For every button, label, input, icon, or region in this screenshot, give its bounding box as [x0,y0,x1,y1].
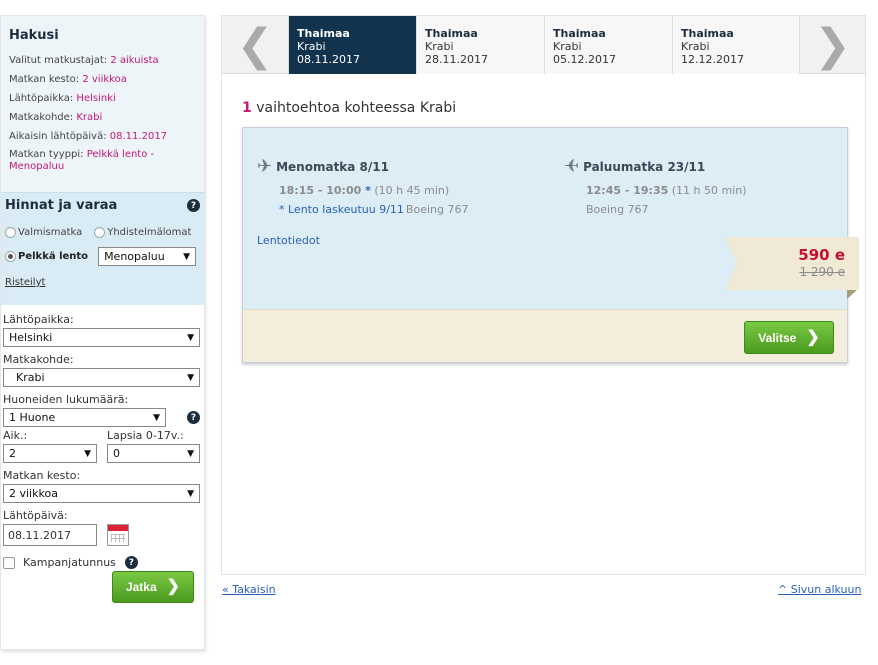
outbound-aircraft: Boeing 767 [405,203,469,216]
duration-label: Matkan kesto: [3,469,81,482]
help-icon[interactable]: ? [187,411,200,424]
duration-select[interactable]: 2 viikkoa ▼ [3,484,200,503]
price-tag: 590 e 1 290 e [725,237,859,290]
price-booking-panel: Hinnat ja varaa ? Valmismatka Yhdistelmä… [1,192,204,305]
inbound-title: Paluumatka 23/11 [583,160,706,174]
radio-pelkka-lento[interactable]: Pelkkä lento [5,251,88,262]
flight-details-link[interactable]: Lentotiedot [257,234,320,247]
results-panel: ❮ Thaimaa Krabi 08.11.2017 Thaimaa Krabi… [221,15,866,575]
carousel-next-icon[interactable]: ❯ [799,16,865,74]
back-to-top-link[interactable]: ^ Sivun alkuun [778,583,861,596]
outbound-title: Menomatka 8/11 [276,160,389,174]
price-panel-title: Hinnat ja varaa [5,198,118,213]
destination-select[interactable]: Krabi ▼ [3,368,200,387]
outbound-landing-note: * Lento laskeutuu 9/11 [279,203,404,216]
chevron-down-icon: ▼ [153,412,160,423]
campaign-code-checkbox[interactable] [3,556,15,569]
date-carousel: ❮ Thaimaa Krabi 08.11.2017 Thaimaa Krabi… [222,16,865,74]
chevron-down-icon: ▼ [187,372,194,383]
chevron-down-icon: ▼ [187,332,194,343]
carousel-prev-icon[interactable]: ❮ [222,16,288,74]
chevron-right-icon: ❯ [166,578,181,595]
radio-circle-icon[interactable] [5,227,16,238]
inbound-leg: ✈ Paluumatka 23/11 12:45 - 19:35 (11 h 5… [564,156,747,216]
outbound-leg: ✈ Menomatka 8/11 18:15 - 10:00 * (10 h 4… [257,156,469,217]
rooms-select[interactable]: 1 Huone ▼ [3,408,166,427]
chevron-down-icon: ▼ [187,448,194,459]
departure-select[interactable]: Helsinki ▼ [3,328,200,347]
inbound-aircraft: Boeing 767 [586,203,649,216]
summary-row-earliest-date: Aikaisin lähtöpäivä: 08.11.2017 [9,131,168,142]
radio-yhdistelmalomat[interactable]: Yhdistelmälomat [94,227,191,238]
search-sidebar: Hakusi Valitut matkustajat: 2 aikuista M… [0,15,205,650]
date-tab[interactable]: Thaimaa Krabi 28.11.2017 [416,16,544,74]
summary-row-destination: Matkakohde: Krabi [9,112,103,123]
chevron-down-icon: ▼ [84,448,91,459]
summary-row-travellers: Valitut matkustajat: 2 aikuista [9,55,159,66]
date-tab[interactable]: Thaimaa Krabi 08.11.2017 [288,16,416,74]
outbound-times: 18:15 - 10:00 * (10 h 45 min) [279,184,450,197]
rooms-label: Huoneiden lukumäärä: [3,393,129,406]
calendar-icon[interactable] [107,524,129,546]
chevron-right-icon: ❯ [806,328,820,346]
children-label: Lapsia 0-17v.: [107,429,184,442]
offer-card: ✈ Menomatka 8/11 18:15 - 10:00 * (10 h 4… [242,127,859,363]
summary-row-duration: Matkan kesto: 2 viikkoa [9,74,127,85]
trip-type-select[interactable]: Menopaluu ▼ [98,247,197,266]
help-icon[interactable]: ? [124,556,138,569]
price: 590 e [798,246,845,264]
search-form: Lähtöpaikka: Helsinki ▼ Matkakohde: Krabi… [1,305,204,603]
inbound-times: 12:45 - 19:35 (11 h 50 min) [586,184,747,197]
risteilyt-link[interactable]: Risteilyt [5,277,45,288]
adults-select[interactable]: 2 ▼ [3,444,97,463]
radio-circle-icon[interactable] [94,227,106,238]
chevron-down-icon: ▼ [187,488,194,499]
help-icon[interactable]: ? [187,199,200,212]
radio-valmismatka[interactable]: Valmismatka [5,227,82,238]
results-heading: 1 vaihtoehtoa kohteessa Krabi [242,100,457,116]
departure-date-input[interactable]: 08.11.2017 [3,524,97,546]
radio-selected-icon[interactable] [5,251,16,262]
chevron-down-icon: ▼ [183,251,191,262]
summary-row-departure: Lähtöpaikka: Helsinki [9,93,116,104]
adults-label: Aik.: [3,429,28,442]
children-select[interactable]: 0 ▼ [107,444,200,463]
search-summary: Hakusi Valitut matkustajat: 2 aikuista M… [1,16,204,192]
airplane-icon: ✈ [257,156,273,177]
campaign-code-label: Kampanjatunnus [23,556,116,569]
airplane-icon: ✈ [564,156,580,177]
destination-label: Matkakohde: [3,353,74,366]
select-offer-button[interactable]: Valitse ❯ [744,321,834,354]
date-label: Lähtöpäivä: [3,509,68,522]
summary-title: Hakusi [9,28,59,43]
date-tab[interactable]: Thaimaa Krabi 05.12.2017 [544,16,672,74]
summary-row-trip-type: Matkan tyyppi: Pelkkä lento - Menopaluu [9,149,155,172]
price-tag-fold [847,290,857,299]
old-price: 1 290 e [799,265,845,279]
continue-button[interactable]: Jatka ❯ [112,571,194,603]
departure-label: Lähtöpaikka: [3,313,74,326]
date-tab[interactable]: Thaimaa Krabi 12.12.2017 [672,16,800,74]
back-link[interactable]: « Takaisin [222,583,276,596]
